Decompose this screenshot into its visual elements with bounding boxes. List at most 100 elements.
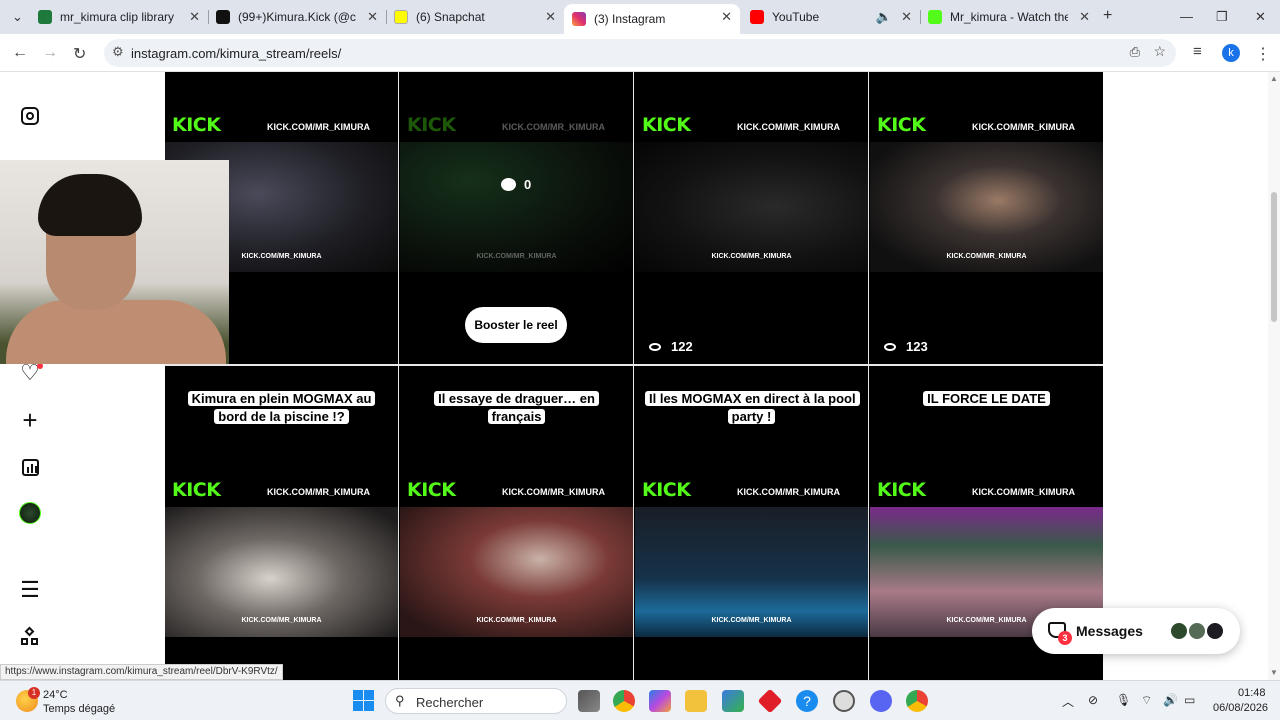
grid-divider [633, 72, 634, 680]
avatar [1169, 621, 1189, 641]
tiktok-icon [216, 10, 230, 24]
view-count: 123 [884, 339, 928, 354]
tab-search-icon[interactable]: ⌄ [12, 9, 23, 25]
profile-avatar[interactable] [18, 501, 42, 525]
speaker-icon[interactable]: 🔈 [876, 9, 892, 25]
minimize-button[interactable]: — [1180, 9, 1193, 24]
reel-tile[interactable]: Il les MOGMAX en direct à la pool party … [635, 366, 868, 680]
grid-divider [868, 72, 869, 680]
kick-url-label: KICK.COM/MR_KIMURA [737, 122, 840, 132]
kick-url-label: KICK.COM/MR_KIMURA [972, 122, 1075, 132]
clip-library-icon [38, 10, 52, 24]
copilot-icon[interactable] [649, 690, 671, 712]
bookmark-star-icon[interactable]: ☆ [1153, 43, 1166, 60]
tab-strip: ⌄ mr_kimura clip library | Clip ✕ (99+)K… [0, 0, 1280, 34]
reel-tile[interactable]: Kimura en plein MOGMAX au bord de la pis… [165, 366, 398, 680]
close-icon[interactable]: ✕ [901, 9, 912, 25]
snapchat-icon [394, 10, 408, 24]
microphone-icon[interactable]: 🎙 [1116, 693, 1131, 707]
grid-divider [165, 364, 1103, 366]
profile-avatar[interactable]: k [1222, 44, 1240, 62]
search-icon: ⚲ [395, 693, 405, 708]
clock-date[interactable]: 06/08/2026 [1213, 702, 1268, 714]
grid-divider [398, 72, 399, 680]
reload-icon[interactable]: ↻ [73, 44, 86, 64]
taskbar-search[interactable]: ⚲ Rechercher [385, 688, 567, 714]
tab-kick[interactable]: Mr_kimura - Watch the VO ✕ [920, 4, 1098, 30]
reel-tile[interactable]: Il essaye de draguer… en français KICK K… [400, 366, 633, 680]
instagram-logo-icon[interactable] [18, 104, 42, 128]
back-icon[interactable]: ← [12, 44, 28, 62]
kick-logo: KICK [407, 479, 456, 501]
app-icon[interactable] [757, 688, 783, 714]
windows-start-icon[interactable] [353, 690, 375, 712]
kick-url-label: KICK.COM/MR_KIMURA [502, 487, 605, 497]
app-icon[interactable] [833, 690, 855, 712]
weather-desc: Temps dégagé [43, 703, 116, 715]
chrome-icon[interactable] [613, 690, 635, 712]
media-control-icon[interactable]: ≡ [1193, 43, 1202, 60]
messages-button[interactable]: 3 Messages [1032, 608, 1240, 654]
help-icon[interactable]: ? [796, 690, 818, 712]
instagram-icon [572, 12, 586, 26]
chrome-icon[interactable] [906, 690, 928, 712]
close-icon[interactable]: ✕ [1079, 9, 1090, 25]
kick-logo: KICK [172, 114, 221, 136]
tab-youtube[interactable]: YouTube 🔈 ✕ [742, 4, 920, 30]
watermark: KICK.COM/MR_KIMURA [711, 253, 792, 260]
page-scrollbar[interactable]: ▲ ▼ [1268, 72, 1280, 680]
webcam-body [6, 300, 226, 364]
forward-icon[interactable]: → [42, 44, 58, 62]
link-status-bar: https://www.instagram.com/kimura_stream/… [0, 664, 283, 680]
battery-icon[interactable]: ▭ [1184, 693, 1195, 707]
menu-dots-icon[interactable]: ⋮ [1255, 44, 1271, 64]
address-bar[interactable]: ⚙ instagram.com/kimura_stream/reels/ ⎙ ☆ [104, 39, 1176, 67]
tab-tiktok[interactable]: (99+)Kimura.Kick (@clip2ki ✕ [208, 4, 386, 30]
insights-icon[interactable] [18, 455, 42, 479]
windows-taskbar: 1 24°C Temps dégagé ⚲ Rechercher ? ︿ ⊘ 🎙… [0, 680, 1280, 720]
eye-icon [649, 342, 661, 351]
wifi-icon[interactable]: ⌔ [1141, 693, 1152, 708]
show-hidden-icons[interactable]: ︿ [1062, 693, 1074, 710]
avatar [1205, 621, 1225, 641]
scroll-down-icon[interactable]: ▼ [1270, 668, 1278, 677]
messages-badge: 3 [1058, 631, 1072, 645]
comment-bubble-icon [501, 178, 516, 191]
restore-button[interactable]: ❐ [1216, 9, 1228, 25]
watermark: KICK.COM/MR_KIMURA [241, 617, 322, 624]
tab-snapchat[interactable]: (6) Snapchat ✕ [386, 4, 564, 30]
also-from-meta-icon[interactable] [18, 625, 42, 649]
new-tab-button[interactable]: + [1103, 7, 1112, 25]
store-icon[interactable] [722, 690, 744, 712]
close-icon[interactable]: ✕ [721, 9, 732, 25]
close-window-button[interactable]: ✕ [1255, 9, 1266, 25]
install-app-icon[interactable]: ⎙ [1130, 44, 1140, 60]
tab-instagram[interactable]: (3) Instagram ✕ [564, 4, 740, 34]
task-view-icon[interactable] [578, 690, 600, 712]
reel-caption: IL FORCE LE DATE [880, 390, 1093, 408]
discord-icon[interactable] [870, 690, 892, 712]
avatar [1187, 621, 1207, 641]
network-off-icon[interactable]: ⊘ [1088, 693, 1098, 707]
kick-logo: KICK [877, 479, 926, 501]
close-icon[interactable]: ✕ [189, 9, 200, 25]
kick-icon [928, 10, 942, 24]
create-plus-icon[interactable]: + [18, 405, 42, 435]
kick-url-label: KICK.COM/MR_KIMURA [267, 487, 370, 497]
file-explorer-icon[interactable] [685, 690, 707, 712]
kick-logo: KICK [642, 479, 691, 501]
kick-logo: KICK [407, 114, 456, 136]
volume-icon[interactable]: 🔊 [1163, 693, 1178, 707]
more-menu-icon[interactable]: ☰ [18, 577, 42, 602]
boost-reel-button[interactable]: Booster le reel [465, 307, 567, 343]
clock-time[interactable]: 01:48 [1238, 687, 1266, 699]
webcam-hair [38, 174, 142, 236]
site-info-icon[interactable]: ⚙ [112, 44, 124, 60]
close-icon[interactable]: ✕ [367, 9, 378, 25]
scrollbar-thumb[interactable] [1271, 192, 1277, 322]
scroll-up-icon[interactable]: ▲ [1270, 74, 1278, 83]
tab-clip-library[interactable]: mr_kimura clip library | Clip ✕ [30, 4, 208, 30]
reel-tile[interactable]: KICK KICK.COM/MR_KIMURA KICK.COM/MR_KIMU… [870, 72, 1103, 364]
reel-tile[interactable]: KICK KICK.COM/MR_KIMURA KICK.COM/MR_KIMU… [635, 72, 868, 364]
close-icon[interactable]: ✕ [545, 9, 556, 25]
